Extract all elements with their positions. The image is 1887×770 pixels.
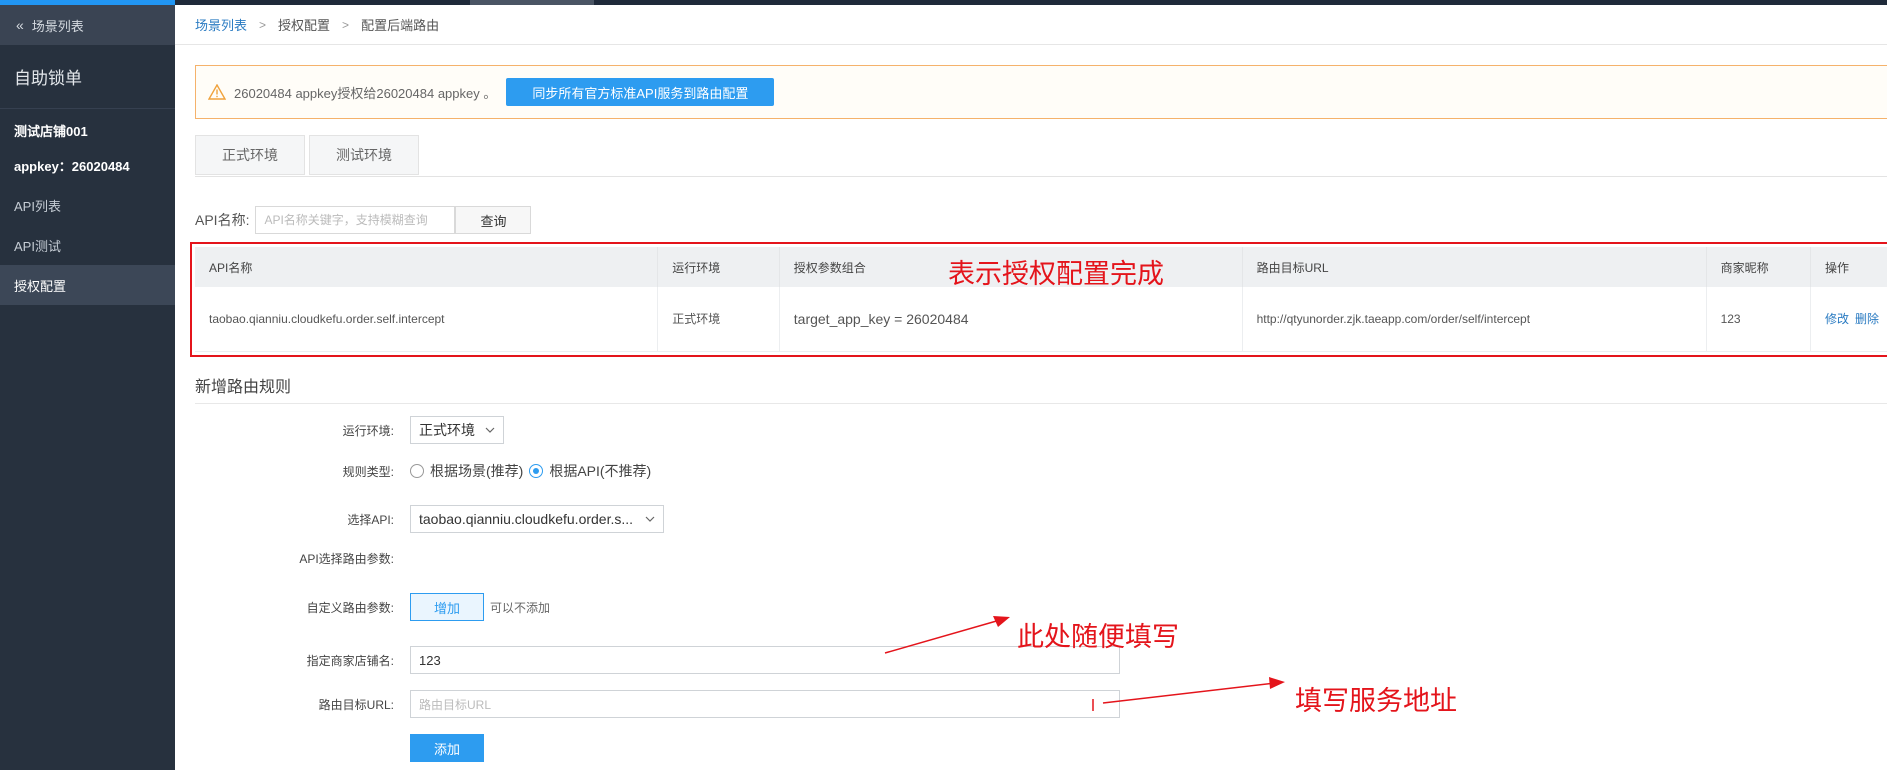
chevron-right-icon: > xyxy=(259,17,267,32)
col-nick: 商家昵称 xyxy=(1706,247,1812,287)
form-row-env: 运行环境: 正式环境 xyxy=(195,416,504,444)
sidebar: « 场景列表 自助锁单 测试店铺001 appkey：26020484 API列… xyxy=(0,5,175,770)
api-params-label: API选择路由参数: xyxy=(299,552,394,566)
target-url-input[interactable] xyxy=(410,690,1120,718)
radio-label: 根据场景(推荐) xyxy=(430,463,524,479)
sidebar-item-label: API列表 xyxy=(14,198,61,214)
col-api-name: API名称 xyxy=(195,247,659,287)
env-tabs: 正式环境 测试环境 xyxy=(195,135,423,175)
breadcrumb-scene-list[interactable]: 场景列表 xyxy=(195,15,247,34)
breadcrumb-current: 配置后端路由 xyxy=(361,18,440,33)
back-label: 场景列表 xyxy=(31,18,84,34)
arrow-to-url-field xyxy=(1102,677,1285,704)
form-row-custom-params: 自定义路由参数: 增加 可以不添加 xyxy=(195,593,550,621)
col-actions: 操作 xyxy=(1810,247,1887,287)
radio-by-scene[interactable]: 根据场景(推荐) xyxy=(410,461,523,481)
env-label: 运行环境: xyxy=(342,423,394,438)
form-row-url: 路由目标URL: xyxy=(195,690,1120,718)
chevron-right-icon: > xyxy=(342,17,350,32)
main-content: 场景列表 > 授权配置 > 配置后端路由 26020484 appkey授权给2… xyxy=(175,5,1887,770)
annotation-config-done: 表示授权配置完成 xyxy=(948,259,1164,290)
cell-url: http://qtyunorder.zjk.taeapp.com/order/s… xyxy=(1242,287,1707,352)
env-select-value: 正式环境 xyxy=(419,422,475,438)
chevron-down-icon xyxy=(645,516,655,522)
breadcrumb-auth-config[interactable]: 授权配置 xyxy=(278,15,330,34)
col-env: 运行环境 xyxy=(657,247,780,287)
appkey-info: appkey：26020484 xyxy=(14,159,130,174)
annotation-fill-address: 填写服务地址 xyxy=(1295,686,1457,717)
warning-notice: 26020484 appkey授权给26020484 appkey 。 同步所有… xyxy=(195,65,1887,119)
tab-production[interactable]: 正式环境 xyxy=(195,135,305,175)
sidebar-item-label: 授权配置 xyxy=(14,278,67,294)
warning-icon xyxy=(208,84,226,100)
new-route-title: 新增路由规则 xyxy=(195,379,292,396)
sidebar-item-api-test[interactable]: API测试 xyxy=(0,225,175,265)
search-bar: API名称: 查询 xyxy=(195,206,532,234)
radio-label: 根据API(不推荐) xyxy=(549,463,652,479)
sync-api-button[interactable]: 同步所有官方标准API服务到路由配置 xyxy=(506,78,775,106)
notice-text: 26020484 appkey授权给26020484 appkey 。 xyxy=(234,85,497,101)
radio-circle xyxy=(410,464,424,478)
shop-name-label: 指定商家店铺名: xyxy=(306,653,394,668)
shop-name-input[interactable] xyxy=(410,646,1120,674)
sidebar-title: 自助锁单 xyxy=(0,45,175,109)
search-label: API名称: xyxy=(195,212,250,228)
table-row: taobao.qianniu.cloudkefu.order.self.inte… xyxy=(195,287,1887,352)
form-row-submit: 添加 xyxy=(195,734,484,762)
form-row-rule-type: 规则类型: 根据场景(推荐) 根据API(不推荐) xyxy=(195,461,657,481)
api-select-label: 选择API: xyxy=(347,512,394,527)
sidebar-item-api-list[interactable]: API列表 xyxy=(0,185,175,225)
query-button[interactable]: 查询 xyxy=(455,206,532,234)
custom-params-hint: 可以不添加 xyxy=(490,600,551,615)
cell-env: 正式环境 xyxy=(657,287,780,352)
radio-by-api[interactable]: 根据API(不推荐) xyxy=(529,461,651,481)
form-row-api-params: API选择路由参数: xyxy=(195,550,410,567)
rule-type-label: 规则类型: xyxy=(342,464,394,479)
add-param-button[interactable]: 增加 xyxy=(410,593,484,621)
target-url-label: 路由目标URL: xyxy=(318,697,394,712)
api-select[interactable]: taobao.qianniu.cloudkefu.order.s... xyxy=(410,505,664,533)
sidebar-nav: API列表 API测试 授权配置 xyxy=(0,185,175,305)
delete-link[interactable]: 删除 xyxy=(1855,312,1879,326)
section-divider xyxy=(195,403,1887,404)
api-select-value: taobao.qianniu.cloudkefu.order.s... xyxy=(419,511,634,527)
breadcrumb: 场景列表 > 授权配置 > 配置后端路由 xyxy=(175,5,1887,45)
chevron-down-icon xyxy=(485,427,495,433)
env-select[interactable]: 正式环境 xyxy=(410,416,504,444)
radio-circle-selected xyxy=(529,464,544,478)
cell-api-name: taobao.qianniu.cloudkefu.order.self.inte… xyxy=(195,287,659,352)
col-url: 路由目标URL xyxy=(1242,247,1707,287)
form-row-api: 选择API: taobao.qianniu.cloudkefu.order.s.… xyxy=(195,505,664,533)
custom-params-label: 自定义路由参数: xyxy=(306,600,394,615)
double-chevron-left-icon: « xyxy=(16,17,24,33)
cell-actions: 修改 删除 xyxy=(1810,287,1887,352)
annotation-fill-any: 此处随便填写 xyxy=(1017,622,1179,653)
api-name-search-input[interactable] xyxy=(255,206,456,234)
sidebar-item-label: API测试 xyxy=(14,238,61,254)
add-route-button[interactable]: 添加 xyxy=(410,734,484,762)
sidebar-item-auth-config[interactable]: 授权配置 xyxy=(0,265,175,305)
tabs-divider xyxy=(195,176,1887,177)
back-to-scene-list[interactable]: « 场景列表 xyxy=(0,5,175,45)
shop-name: 测试店铺001 xyxy=(14,124,88,139)
cell-nick: 123 xyxy=(1706,287,1812,352)
tab-testing[interactable]: 测试环境 xyxy=(309,135,419,175)
edit-link[interactable]: 修改 xyxy=(1825,312,1849,326)
form-row-shop: 指定商家店铺名: xyxy=(195,646,1120,674)
cell-params: target_app_key = 26020484 xyxy=(779,287,1243,352)
